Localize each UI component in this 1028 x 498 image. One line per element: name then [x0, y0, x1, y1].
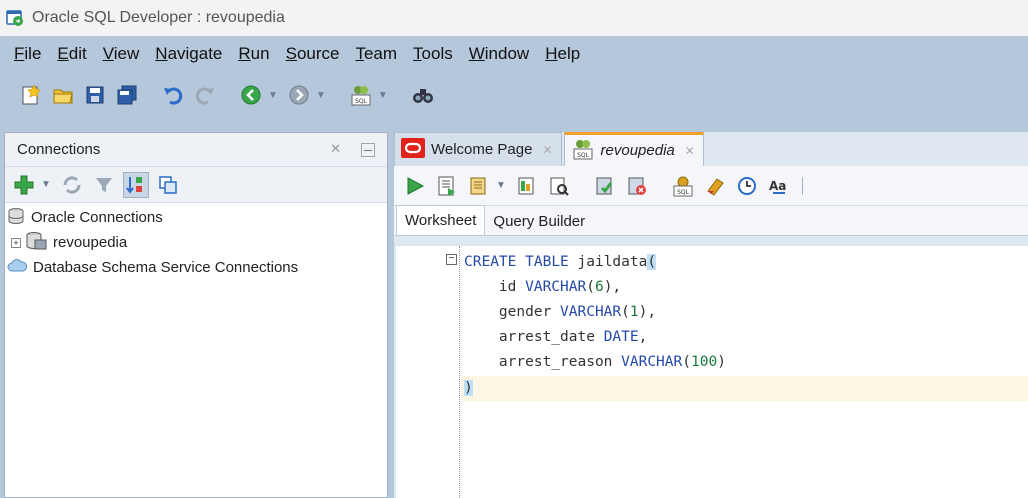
menu-tools[interactable]: Tools: [411, 44, 455, 64]
schema-browser-icon[interactable]: [122, 171, 149, 198]
to-upper-case-icon[interactable]: Aa: [766, 173, 792, 199]
close-tab-icon[interactable]: ✕: [685, 144, 695, 158]
add-connection-dropdown-chevron-icon[interactable]: ▼: [41, 179, 51, 190]
tab-label: revoupedia: [600, 142, 675, 159]
forward-icon[interactable]: [286, 82, 312, 108]
svg-text:SQL: SQL: [577, 152, 590, 159]
menu-file[interactable]: File: [12, 44, 43, 64]
connections-panel-title: Connections: [17, 141, 101, 158]
unshared-connection-icon[interactable]: [155, 172, 181, 198]
expand-icon[interactable]: +: [11, 237, 21, 248]
save-all-icon[interactable]: [114, 82, 140, 108]
worksheet-sub-tabs: Worksheet Query Builder: [394, 205, 1028, 236]
svg-text:Aa: Aa: [769, 179, 786, 193]
sql-history-icon[interactable]: [734, 173, 760, 199]
back-icon[interactable]: [238, 82, 264, 108]
current-line-highlight: [462, 376, 1028, 401]
connections-toolbar: ▼: [5, 167, 387, 203]
code-line-4: arrest_date DATE,: [464, 329, 648, 345]
menu-navigate[interactable]: Navigate: [153, 44, 224, 64]
code-line-6: ): [464, 380, 473, 396]
menu-run[interactable]: Run: [236, 44, 271, 64]
filter-icon[interactable]: [91, 172, 117, 198]
tab-revoupedia-worksheet[interactable]: SQL revoupedia ✕: [563, 132, 704, 166]
connections-tree: Oracle Connections + revoupedia Database…: [5, 203, 387, 280]
forward-dropdown-chevron-icon[interactable]: ▼: [316, 90, 326, 101]
editor-area: Welcome Page ✕ SQL revoupedia ✕ ▼ SQL Aa…: [394, 132, 1028, 498]
undo-icon[interactable]: [160, 82, 186, 108]
oracle-logo-icon: [401, 137, 425, 162]
tree-item-oracle-connections[interactable]: Oracle Connections: [5, 205, 387, 230]
tree-item-database-schema-service-connections[interactable]: Database Schema Service Connections: [5, 255, 387, 280]
redo-icon[interactable]: [192, 82, 218, 108]
sql-dropdown-chevron-icon[interactable]: ▼: [378, 90, 388, 101]
sql-worksheet-icon[interactable]: SQL: [348, 82, 374, 108]
menu-help[interactable]: Help: [543, 44, 582, 64]
tree-item-label: Oracle Connections: [31, 209, 163, 226]
close-tab-icon[interactable]: ✕: [542, 143, 552, 157]
code-line-2: id VARCHAR(6),: [464, 279, 622, 295]
database-cylinder-icon: [7, 207, 25, 229]
run-script-icon[interactable]: [434, 173, 460, 199]
menu-edit[interactable]: Edit: [55, 44, 88, 64]
editor-gutter: [440, 246, 460, 498]
tab-welcome-page[interactable]: Welcome Page ✕: [394, 132, 562, 166]
menu-view[interactable]: View: [101, 44, 142, 64]
sql-tuning-icon[interactable]: [546, 173, 572, 199]
commit-icon[interactable]: [592, 173, 618, 199]
find-binoculars-icon[interactable]: [410, 82, 436, 108]
sql-editor[interactable]: − CREATE TABLE jaildata( id VARCHAR(6), …: [396, 246, 1028, 498]
tab-label: Welcome Page: [431, 141, 533, 158]
save-icon[interactable]: [82, 82, 108, 108]
code-line-5: arrest_reason VARCHAR(100): [464, 354, 726, 370]
explain-plan-icon[interactable]: [514, 173, 540, 199]
refresh-icon[interactable]: [59, 172, 85, 198]
connections-panel: Connections ✕ ▼ Oracle Connections + rev…: [4, 132, 388, 498]
unshared-sql-worksheet-icon[interactable]: SQL: [670, 173, 696, 199]
svg-text:SQL: SQL: [355, 98, 368, 105]
back-dropdown-chevron-icon[interactable]: ▼: [268, 90, 278, 101]
rollback-icon[interactable]: [624, 173, 650, 199]
connections-panel-header: Connections ✕: [5, 133, 387, 167]
run-statement-icon[interactable]: [402, 173, 428, 199]
tab-query-builder[interactable]: Query Builder: [485, 207, 593, 235]
tab-worksheet[interactable]: Worksheet: [396, 205, 486, 235]
tree-item-label: revoupedia: [53, 234, 128, 251]
toolbar-separator: [801, 176, 803, 195]
main-toolbar: ▼ ▼ SQL ▼: [0, 72, 1028, 118]
connection-db-icon: [25, 231, 47, 255]
sql-worksheet-icon: SQL: [571, 138, 595, 164]
minimize-panel-icon[interactable]: [361, 143, 375, 157]
tree-item-label: Database Schema Service Connections: [33, 259, 299, 276]
cloud-icon: [7, 258, 28, 278]
menu-source[interactable]: Source: [284, 44, 342, 64]
window-title: Oracle SQL Developer : revoupedia: [32, 9, 285, 26]
open-folder-icon[interactable]: [50, 82, 76, 108]
worksheet-toolbar: ▼ SQL Aa: [394, 166, 1028, 206]
svg-text:SQL: SQL: [677, 189, 690, 196]
autotrace-dropdown-chevron-icon[interactable]: ▼: [496, 180, 506, 191]
close-panel-icon[interactable]: ✕: [330, 141, 341, 157]
menu-team[interactable]: Team: [353, 44, 399, 64]
new-file-icon[interactable]: [18, 82, 44, 108]
autotrace-icon[interactable]: [466, 173, 492, 199]
code-line-3: gender VARCHAR(1),: [464, 304, 657, 320]
code-line-1: CREATE TABLE jaildata(: [464, 254, 657, 270]
clear-eraser-icon[interactable]: [702, 173, 728, 199]
add-connection-icon[interactable]: [11, 172, 37, 198]
menu-window[interactable]: Window: [467, 44, 531, 64]
menu-bar: File Edit View Navigate Run Source Team …: [0, 36, 1028, 72]
tree-item-revoupedia[interactable]: + revoupedia: [5, 230, 387, 255]
sql-developer-logo-icon: [6, 9, 24, 27]
fold-collapse-icon[interactable]: −: [446, 254, 457, 265]
title-bar: Oracle SQL Developer : revoupedia: [0, 0, 1028, 36]
document-tabs: Welcome Page ✕ SQL revoupedia ✕: [394, 132, 1028, 166]
